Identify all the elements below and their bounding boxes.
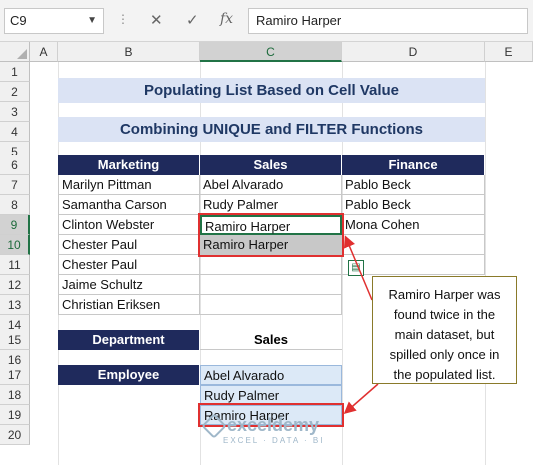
callout-arrows	[343, 235, 379, 414]
arrow-to-duplicate	[343, 235, 373, 301]
watermark-brand: exceldemy	[227, 415, 320, 435]
exceldemy-watermark: exceldemy EXCEL · DATA · BI	[201, 412, 325, 445]
explanation-callout: Ramiro Harper was found twice in the mai…	[372, 276, 517, 384]
exceldemy-logo-icon	[201, 412, 227, 439]
arrow-to-result	[343, 383, 379, 414]
watermark-tagline: EXCEL · DATA · BI	[223, 436, 325, 445]
